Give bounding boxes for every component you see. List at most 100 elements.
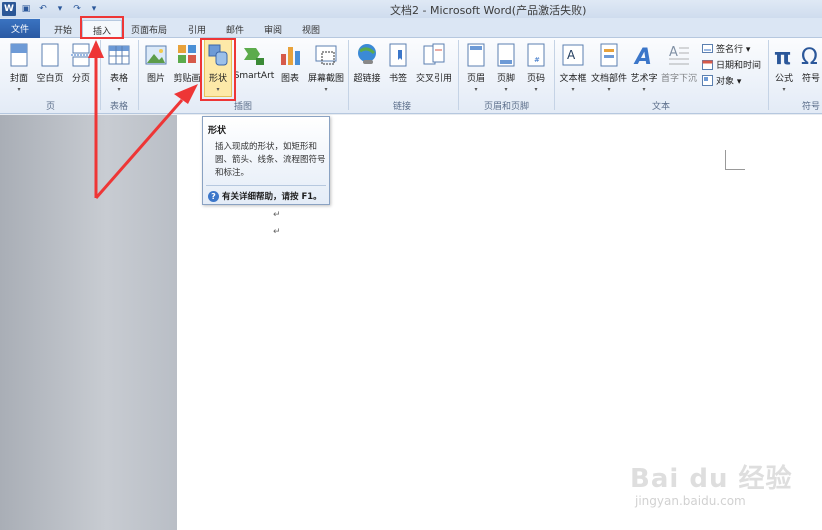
symbol-button[interactable]: Ω 符号 bbox=[800, 40, 822, 96]
page-number-button[interactable]: # 页码 ▾ bbox=[522, 40, 550, 96]
screenshot-button[interactable]: 屏幕截图 ▾ bbox=[306, 40, 346, 96]
group-separator bbox=[138, 40, 139, 110]
smartart-button[interactable]: SmartArt bbox=[234, 40, 274, 96]
wordart-label: 艺术字 bbox=[630, 74, 658, 84]
smartart-icon bbox=[244, 48, 264, 65]
bookmark-icon bbox=[389, 43, 407, 67]
cross-reference-label: 交叉引用 bbox=[415, 74, 452, 84]
blank-page-button[interactable]: 空白页 bbox=[34, 40, 66, 96]
hyperlink-label: 超链接 bbox=[353, 74, 381, 84]
omega-icon: Ω bbox=[801, 45, 818, 68]
baidu-watermark: Bai du 经验 bbox=[630, 464, 793, 494]
object-button[interactable]: 对象 ▾ bbox=[702, 74, 741, 87]
chart-label: 图表 bbox=[280, 74, 299, 84]
group-label-symbols: 符号 bbox=[802, 102, 821, 112]
table-icon bbox=[108, 45, 130, 65]
tooltip-help: ? 有关详细帮助，请按 F1。 bbox=[208, 190, 322, 202]
wordart-button[interactable]: A 艺术字 ▾ bbox=[628, 40, 660, 96]
pi-icon: π bbox=[774, 45, 791, 68]
cover-page-arrow-icon: ▾ bbox=[17, 86, 21, 93]
footer-icon bbox=[497, 43, 515, 67]
page-number-arrow-icon: ▾ bbox=[534, 86, 538, 93]
header-button[interactable]: 页眉 ▾ bbox=[462, 40, 490, 96]
group-separator bbox=[100, 40, 101, 110]
group-separator bbox=[554, 40, 555, 110]
page-break-icon bbox=[71, 43, 91, 67]
screenshot-arrow-icon: ▾ bbox=[324, 86, 328, 93]
clipart-button[interactable]: 剪贴画 bbox=[172, 40, 202, 96]
smartart-label: SmartArt bbox=[233, 71, 275, 81]
signature-line-button[interactable]: 签名行 ▾ bbox=[702, 42, 750, 55]
help-icon: ? bbox=[208, 190, 219, 202]
page-break-button[interactable]: 分页 bbox=[66, 40, 96, 96]
ribbon-insert: 封面 ▾ 空白页 分页 表格 ▾ 图片 剪贴画 形状 ▾ SmartArt 图表… bbox=[0, 38, 822, 114]
workspace-background bbox=[0, 115, 177, 530]
tab-references[interactable]: 引用 bbox=[180, 20, 214, 38]
footer-arrow-icon: ▾ bbox=[504, 86, 508, 93]
tab-file[interactable]: 文件 bbox=[0, 19, 40, 38]
hyperlink-icon bbox=[358, 44, 376, 64]
tooltip-divider bbox=[206, 185, 326, 186]
table-button[interactable]: 表格 ▾ bbox=[104, 40, 134, 96]
word-logo-icon[interactable]: W bbox=[2, 2, 16, 16]
page-number-label: 页码 bbox=[526, 74, 545, 84]
group-label-illustrations: 插图 bbox=[234, 102, 253, 112]
window-title: 文档2 - Microsoft Word(产品激活失败) bbox=[390, 4, 587, 17]
date-time-button[interactable]: 日期和时间 bbox=[702, 58, 761, 71]
text-box-button[interactable]: A 文本框 ▾ bbox=[558, 40, 588, 96]
group-separator bbox=[458, 40, 459, 110]
paragraph-mark: ↵ bbox=[273, 227, 281, 237]
svg-text:π: π bbox=[774, 45, 791, 68]
screenshot-label: 屏幕截图 bbox=[307, 74, 344, 84]
group-label-pages: 页 bbox=[46, 102, 56, 112]
redo-icon[interactable]: ↷ bbox=[70, 2, 84, 16]
tab-view[interactable]: 视图 bbox=[294, 20, 328, 38]
tab-page-layout[interactable]: 页面布局 bbox=[124, 20, 174, 38]
shapes-tooltip: 形状 插入现成的形状，如矩形和圆、箭头、线条、流程图符号和标注。 ? 有关详细帮… bbox=[202, 116, 330, 205]
save-icon[interactable]: ▣ bbox=[19, 2, 33, 16]
equation-button[interactable]: π 公式 ▾ bbox=[772, 40, 796, 96]
picture-button[interactable]: 图片 bbox=[142, 40, 170, 96]
picture-label: 图片 bbox=[146, 74, 165, 84]
insert-tab-highlight bbox=[80, 16, 124, 39]
tab-mailings[interactable]: 邮件 bbox=[218, 20, 252, 38]
group-separator bbox=[348, 40, 349, 110]
tab-home[interactable]: 开始 bbox=[46, 20, 80, 38]
drop-cap-button[interactable]: A 首字下沉 bbox=[660, 40, 698, 96]
footer-button[interactable]: 页脚 ▾ bbox=[492, 40, 520, 96]
cross-reference-icon bbox=[423, 43, 445, 65]
undo-icon[interactable]: ↶ bbox=[36, 2, 50, 16]
margin-corner-mark bbox=[725, 150, 745, 170]
drop-cap-icon: A bbox=[669, 45, 689, 65]
bookmark-label: 书签 bbox=[388, 74, 407, 84]
cross-reference-button[interactable]: 交叉引用 bbox=[414, 40, 454, 96]
paragraph-mark: ↵ bbox=[273, 210, 281, 220]
undo-dropdown-icon[interactable]: ▾ bbox=[53, 2, 67, 16]
signature-line-label: 签名行 ▾ bbox=[716, 45, 751, 55]
quick-access-toolbar: W ▣ ↶ ▾ ↷ ▾ bbox=[2, 1, 101, 17]
group-separator bbox=[768, 40, 769, 110]
tooltip-title: 形状 bbox=[208, 126, 227, 136]
clipart-icon bbox=[178, 45, 196, 63]
text-box-label: 文本框 bbox=[559, 74, 587, 84]
bookmark-button[interactable]: 书签 bbox=[384, 40, 412, 96]
baidu-watermark-url: jingyan.baidu.com bbox=[635, 494, 746, 508]
tab-review[interactable]: 审阅 bbox=[256, 20, 290, 38]
clipart-label: 剪贴画 bbox=[173, 74, 201, 84]
table-label: 表格 bbox=[109, 74, 128, 84]
hyperlink-button[interactable]: 超链接 bbox=[352, 40, 382, 96]
tooltip-help-text: 有关详细帮助，请按 F1。 bbox=[222, 192, 322, 202]
page-number-icon: # bbox=[527, 43, 545, 67]
wordart-icon: A bbox=[633, 45, 652, 68]
object-label: 对象 ▾ bbox=[716, 77, 742, 87]
signature-line-icon bbox=[702, 44, 713, 53]
picture-icon bbox=[145, 45, 167, 65]
quick-parts-button[interactable]: 文档部件 ▾ bbox=[590, 40, 628, 96]
customize-qat-icon[interactable]: ▾ bbox=[87, 2, 101, 16]
header-arrow-icon: ▾ bbox=[474, 86, 478, 93]
header-label: 页眉 bbox=[466, 74, 485, 84]
equation-arrow-icon: ▾ bbox=[782, 86, 786, 93]
chart-button[interactable]: 图表 bbox=[276, 40, 304, 96]
text-box-arrow-icon: ▾ bbox=[571, 86, 575, 93]
cover-page-button[interactable]: 封面 ▾ bbox=[4, 40, 34, 96]
